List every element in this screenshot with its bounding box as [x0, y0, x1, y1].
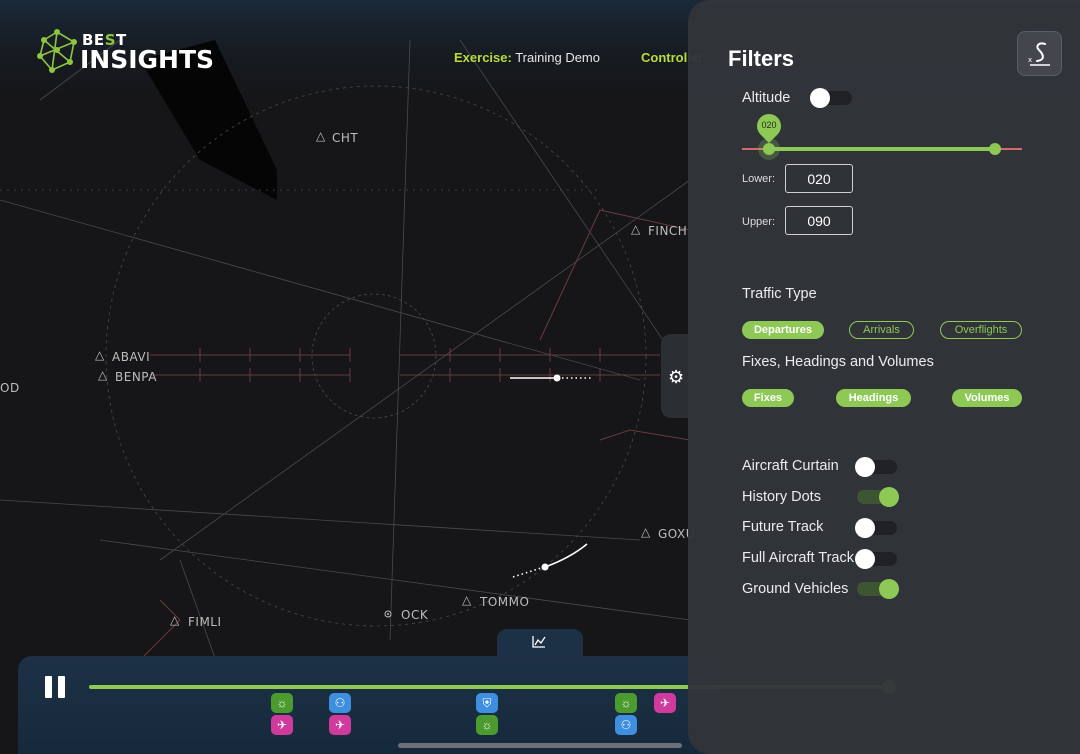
fix-label: BENPA	[115, 370, 157, 384]
full-aircraft-track-toggle[interactable]	[855, 549, 897, 569]
fix-goxu: △ GOXU	[641, 525, 694, 541]
timeline-chart-tab[interactable]	[497, 629, 583, 659]
chip-departures[interactable]: Departures	[742, 321, 824, 339]
history-dots-toggle[interactable]	[857, 487, 899, 507]
altitude-lower-input[interactable]	[785, 164, 853, 193]
fix-cht: △ CHT	[316, 129, 358, 145]
toggle-knob	[810, 88, 830, 108]
fix-fimli: △ FIMLI	[170, 613, 222, 629]
fix-label: TOMMO	[479, 595, 529, 609]
chip-headings[interactable]: Headings	[836, 389, 911, 407]
exercise-key: Exercise:	[454, 50, 512, 65]
toggle-knob	[879, 487, 899, 507]
altitude-label: Altitude	[742, 90, 791, 106]
fix-label: FINCH	[648, 224, 687, 238]
altitude-bubble-text: 020	[761, 120, 777, 130]
history-dots-label: History Dots	[742, 489, 821, 505]
upper-label: Upper:	[742, 216, 776, 228]
svg-text:△: △	[462, 593, 472, 607]
exercise-value: Training Demo	[515, 50, 600, 65]
fix-benpa: △ BENPA	[98, 368, 157, 384]
aircraft-curtain-label: Aircraft Curtain	[742, 458, 839, 474]
svg-text:△: △	[95, 348, 105, 362]
fix-finch: △ FINCH	[631, 222, 687, 238]
svg-text:△: △	[170, 613, 180, 627]
fix-od: OD	[0, 381, 20, 395]
chip-fixes[interactable]: Fixes	[742, 389, 794, 407]
plane-icon[interactable]: ✈	[271, 715, 293, 735]
gear-icon: ⚙	[668, 367, 685, 387]
filters-title: Filters	[728, 46, 795, 71]
filters-panel: Filters x Altitude 020 Lower: Upper: Tra…	[688, 0, 1080, 754]
chip-overflights[interactable]: Overflights	[940, 321, 1022, 339]
chip-volumes[interactable]: Volumes	[952, 389, 1022, 407]
brand-logo: BEST INSIGHTS	[36, 28, 216, 78]
altitude-upper-thumb[interactable]	[989, 143, 1001, 155]
toggle-knob	[855, 549, 875, 569]
svg-text:△: △	[631, 222, 641, 236]
ground-vehicles-toggle[interactable]	[857, 579, 899, 599]
fix-abavi: △ ABAVI	[95, 348, 150, 364]
toggle-knob	[855, 457, 875, 477]
exercise-info: Exercise: Training Demo	[454, 50, 600, 65]
brand-line-2: INSIGHTS	[80, 45, 215, 74]
pause-button[interactable]	[45, 676, 67, 698]
weather-icon[interactable]: ☼	[615, 693, 637, 713]
timeline-panel	[18, 656, 718, 754]
style-toggle-button[interactable]: x	[1017, 31, 1062, 76]
fixes-headings-label: Fixes, Headings and Volumes	[742, 354, 934, 370]
altitude-lower-thumb[interactable]	[763, 143, 775, 155]
svg-text:△: △	[316, 129, 326, 143]
chart-icon	[532, 636, 546, 648]
person-icon[interactable]: ⚇	[615, 715, 637, 735]
future-track-label: Future Track	[742, 519, 824, 535]
plane-icon[interactable]: ✈	[329, 715, 351, 735]
future-track-toggle[interactable]	[855, 518, 897, 538]
weather-icon[interactable]: ☼	[476, 715, 498, 735]
plane-icon[interactable]: ✈	[654, 693, 676, 713]
shield-icon[interactable]: ⛨	[476, 693, 498, 713]
altitude-slider-range	[769, 147, 995, 151]
toggle-knob	[855, 518, 875, 538]
altitude-toggle[interactable]	[810, 88, 852, 108]
scroll-indicator[interactable]	[398, 743, 682, 748]
svg-text:△: △	[641, 525, 651, 539]
network-logo-icon	[37, 29, 77, 73]
ground-vehicles-label: Ground Vehicles	[742, 581, 849, 597]
aircraft-curtain-toggle[interactable]	[855, 457, 897, 477]
toggle-knob	[879, 579, 899, 599]
fix-label: OCK	[401, 608, 429, 622]
svg-text:△: △	[98, 368, 108, 382]
fix-label: FIMLI	[188, 615, 222, 629]
full-aircraft-track-label: Full Aircraft Track	[742, 550, 854, 566]
lower-label: Lower:	[742, 173, 776, 185]
altitude-upper-input[interactable]	[785, 206, 853, 235]
fix-label: ABAVI	[112, 350, 150, 364]
fix-label: CHT	[332, 131, 358, 145]
svg-text:x: x	[1028, 56, 1032, 64]
style-s-icon: x	[1028, 42, 1050, 66]
chip-arrivals[interactable]: Arrivals	[849, 321, 914, 339]
traffic-type-label: Traffic Type	[742, 286, 817, 302]
weather-icon[interactable]: ☼	[271, 693, 293, 713]
person-icon[interactable]: ⚇	[329, 693, 351, 713]
fix-label: OD	[0, 381, 20, 395]
